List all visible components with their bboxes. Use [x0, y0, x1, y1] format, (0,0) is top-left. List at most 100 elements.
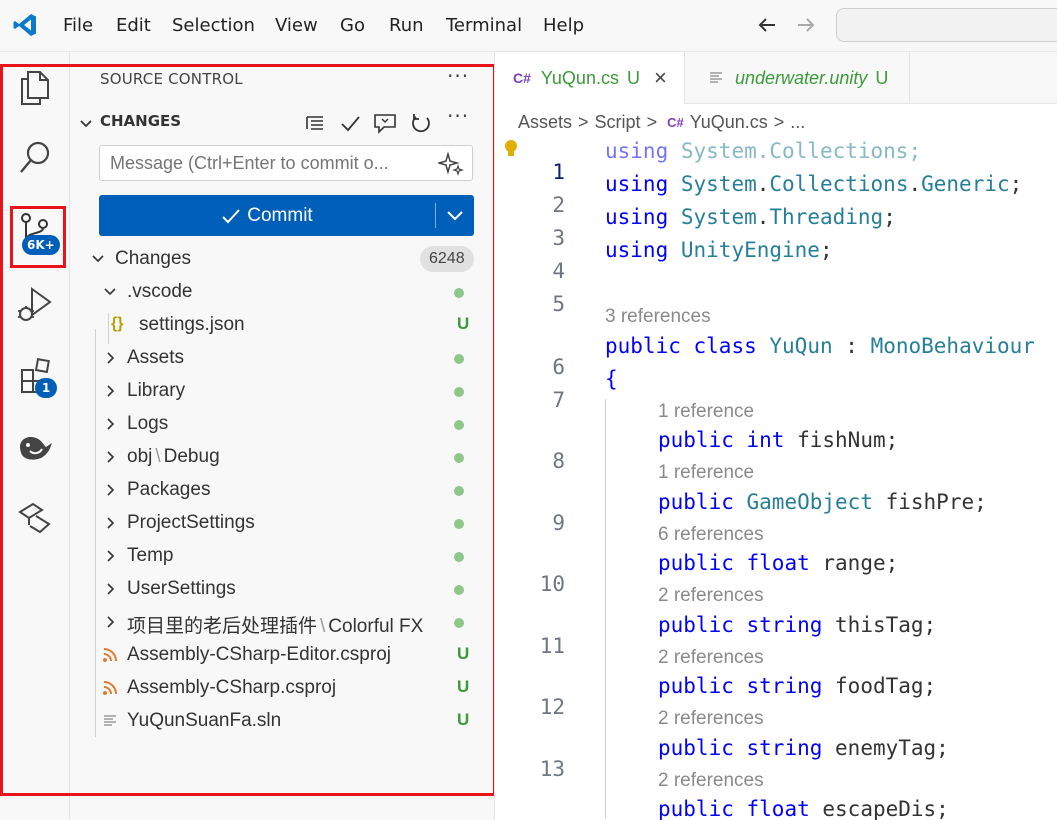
code-keyword: float: [746, 797, 810, 820]
code-identifier: thisTag;: [835, 613, 937, 637]
code-keyword: public: [658, 674, 734, 698]
code-text: public class YuQun : MonoBehaviour: [605, 334, 1035, 358]
code-line: 10 public float range;: [495, 548, 1057, 596]
code-keyword: public: [658, 797, 734, 820]
line-number: 9: [552, 511, 565, 535]
editor: C# YuQun.cs U × underwater.unity U Asset…: [494, 52, 1057, 820]
code-type: System.Collections;: [680, 139, 922, 163]
menu-edit[interactable]: Edit: [116, 14, 151, 38]
tab-bar: C# YuQun.cs U × underwater.unity U: [495, 52, 1057, 104]
code-line: 1 using System.Collections;: [495, 136, 1057, 184]
code-line: 9 public GameObject fishPre;: [495, 487, 1057, 535]
line-number: 5: [552, 292, 565, 316]
code-identifier: range;: [822, 551, 899, 575]
code-identifier: escapeDis;: [822, 797, 949, 820]
code-text: using UnityEngine;: [605, 238, 833, 262]
code-keyword: using: [605, 172, 669, 196]
code-line: 5: [495, 268, 1057, 316]
code-lens[interactable]: 2 references: [658, 770, 764, 792]
code-text: public string enemyTag;: [658, 736, 949, 760]
menu-view[interactable]: View: [275, 14, 318, 38]
code-line: 12 public string foodTag;: [495, 671, 1057, 719]
code-punct: .: [756, 205, 770, 229]
command-center[interactable]: [836, 8, 1057, 42]
code-type: UnityEngine: [680, 238, 820, 262]
tab-status: U: [626, 67, 640, 88]
line-number: 12: [539, 695, 565, 719]
code-type: GameObject: [746, 490, 873, 514]
code-lens[interactable]: 1 reference: [658, 462, 754, 484]
code-keyword: string: [746, 736, 823, 760]
tab-status: U: [875, 67, 889, 88]
csharp-file-icon: C#: [513, 70, 531, 86]
code-text: using System.Threading;: [605, 205, 896, 229]
code-text: public string foodTag;: [658, 674, 936, 698]
line-number: 7: [552, 388, 565, 412]
menu-go[interactable]: Go: [340, 14, 365, 38]
tab-yuqun-cs[interactable]: C# YuQun.cs U ×: [495, 52, 685, 104]
code-line: 6 public class YuQun : MonoBehaviour: [495, 331, 1057, 379]
menu-run[interactable]: Run: [389, 14, 424, 38]
code-identifier: fishPre;: [885, 490, 987, 514]
breadcrumb-separator: >: [578, 111, 589, 132]
code-identifier: fishNum;: [797, 428, 899, 452]
tab-underwater-unity[interactable]: underwater.unity U: [685, 52, 910, 104]
code-text: public float range;: [658, 551, 898, 575]
code-line: 3 using System.Threading;: [495, 202, 1057, 250]
code-type: System: [680, 172, 757, 196]
line-number: 10: [539, 572, 565, 596]
back-arrow-icon[interactable]: [755, 12, 779, 38]
code-text: public string thisTag;: [658, 613, 936, 637]
code-type: MonoBehaviour: [870, 334, 1035, 358]
code-keyword: using: [605, 238, 669, 262]
code-type: Generic: [921, 172, 1010, 196]
code-punct: ;: [883, 205, 896, 229]
forward-arrow-icon[interactable]: [794, 12, 818, 38]
code-lens[interactable]: 2 references: [658, 647, 764, 669]
code-lens[interactable]: 2 references: [658, 585, 764, 607]
code-type: Collections: [769, 172, 909, 196]
code-keyword: public: [658, 736, 734, 760]
code-line: 13 public string enemyTag;: [495, 733, 1057, 781]
breadcrumb-separator: >: [646, 111, 658, 132]
code-punct: .: [908, 172, 922, 196]
code-type: Threading: [769, 205, 884, 229]
menu-terminal[interactable]: Terminal: [446, 14, 522, 38]
code-line: 8 public int fishNum;: [495, 425, 1057, 473]
tab-label: YuQun.cs: [540, 67, 619, 88]
code-identifier: enemyTag;: [835, 736, 949, 760]
code-punct: :: [845, 334, 858, 358]
code-text: public float escapeDis;: [658, 797, 949, 820]
code-identifier: foodTag;: [835, 674, 937, 698]
breadcrumb-item[interactable]: Assets: [518, 112, 572, 133]
code-lens[interactable]: 3 references: [605, 306, 711, 328]
code-keyword: float: [746, 551, 810, 575]
code-line: 14 public float escapeDis;: [495, 794, 1057, 820]
close-icon[interactable]: ×: [654, 65, 667, 91]
line-number: 11: [539, 634, 565, 658]
breadcrumb-item[interactable]: YuQun.cs: [690, 112, 768, 133]
menu-help[interactable]: Help: [543, 14, 584, 38]
breadcrumb-item[interactable]: Script: [595, 112, 641, 133]
code-keyword: public: [658, 490, 734, 514]
code-lens[interactable]: 6 references: [658, 524, 764, 546]
menu-file[interactable]: File: [63, 14, 93, 38]
code-keyword: using: [605, 205, 669, 229]
code-keyword: public: [605, 334, 681, 358]
code-punct: .: [756, 172, 770, 196]
code-keyword: class: [693, 334, 757, 358]
code-text: {: [605, 367, 618, 391]
code-lens[interactable]: 1 reference: [658, 401, 754, 423]
code-keyword: string: [746, 674, 823, 698]
csharp-file-icon: C#: [667, 114, 684, 130]
breadcrumb-item[interactable]: ...: [790, 112, 805, 133]
code-text: public int fishNum;: [658, 428, 898, 452]
menu-selection[interactable]: Selection: [172, 14, 255, 38]
code-text: public GameObject fishPre;: [658, 490, 987, 514]
breadcrumb: Assets > Script > C# YuQun.cs > ...: [518, 109, 805, 135]
code-lens[interactable]: 2 references: [658, 708, 764, 730]
code-punct: ;: [1009, 172, 1023, 196]
code-keyword: public: [658, 551, 734, 575]
breadcrumb-separator: >: [773, 111, 785, 132]
code-line: 4 using UnityEngine;: [495, 235, 1057, 283]
